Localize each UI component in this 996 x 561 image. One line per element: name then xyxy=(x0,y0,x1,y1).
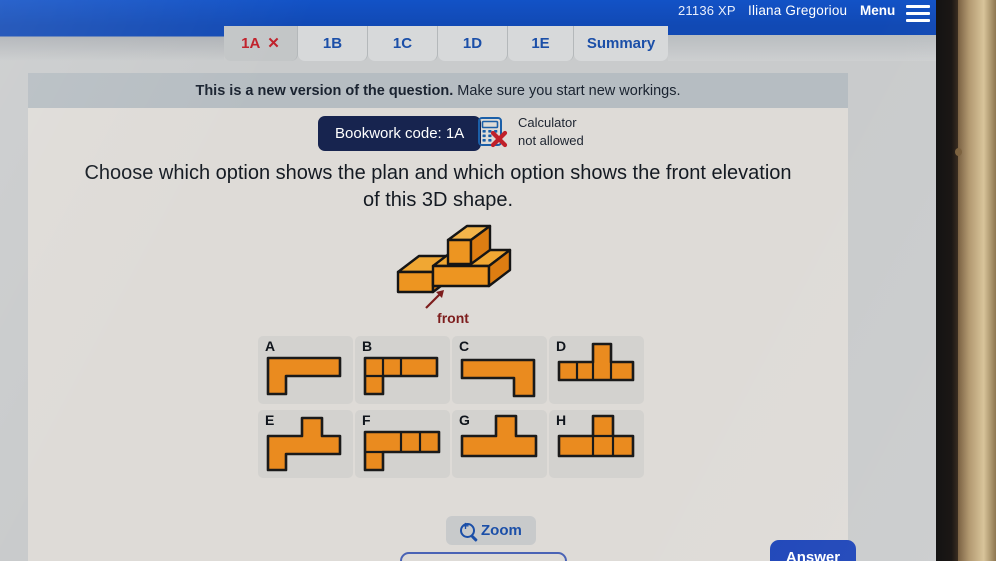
secondary-action-button[interactable] xyxy=(400,552,567,561)
tab-1c[interactable]: 1C xyxy=(368,26,438,61)
banner-bold-text: This is a new version of the question. xyxy=(195,82,454,99)
option-g[interactable]: G xyxy=(452,410,547,478)
option-c-letter: C xyxy=(459,338,470,354)
option-f[interactable]: F xyxy=(355,410,450,478)
option-a[interactable]: A xyxy=(258,336,353,404)
option-b-letter: B xyxy=(362,338,373,354)
banner-rest-text: Make sure you start new workings. xyxy=(457,82,681,99)
menu-button-label[interactable]: Menu xyxy=(860,3,895,18)
hamburger-icon[interactable] xyxy=(906,5,930,22)
question-card: Bookwork code: 1A Calculator not allowed… xyxy=(28,108,848,561)
calculator-notice: Calculator not allowed xyxy=(476,114,584,149)
option-h[interactable]: H xyxy=(549,410,644,478)
tab-1b-label: 1B xyxy=(322,35,343,52)
option-b[interactable]: B xyxy=(355,336,450,404)
background-wall xyxy=(955,0,996,561)
options-row-2: E F G H xyxy=(258,410,658,478)
tab-1a-label: 1A xyxy=(241,35,261,52)
answer-button-label: Answer xyxy=(785,548,841,561)
question-text: Choose which option shows the plan and w… xyxy=(38,160,838,214)
calculator-text: Calculator not allowed xyxy=(518,114,584,149)
options-grid: A B C D E F G H xyxy=(258,336,658,484)
xp-counter: 21136 XP xyxy=(678,3,736,18)
zoom-button-label: Zoom xyxy=(481,522,522,539)
option-d-letter: D xyxy=(556,338,567,354)
zoom-button[interactable]: Zoom xyxy=(446,516,536,545)
magnifier-plus-icon xyxy=(460,520,475,538)
photo-of-screen: 21136 XP Iliana Gregoriou Menu 1A ✕ 1B 1… xyxy=(0,0,996,561)
tab-1e-label: 1E xyxy=(531,35,550,52)
tab-strip: 1A ✕ 1B 1C 1D 1E Summary xyxy=(0,26,936,61)
tab-1e[interactable]: 1E xyxy=(508,26,574,61)
tab-1d[interactable]: 1D xyxy=(438,26,508,61)
question-line-2: of this 3D shape. xyxy=(362,189,514,211)
option-d[interactable]: D xyxy=(549,336,644,404)
tab-1c-label: 1C xyxy=(392,35,413,52)
background-speck xyxy=(955,148,962,156)
option-g-letter: G xyxy=(459,412,470,428)
bookwork-code-badge[interactable]: Bookwork code: 1A xyxy=(318,116,482,151)
screen-area: 21136 XP Iliana Gregoriou Menu 1A ✕ 1B 1… xyxy=(0,0,936,561)
top-app-bar: 21136 XP Iliana Gregoriou Menu xyxy=(0,0,936,26)
tab-1b[interactable]: 1B xyxy=(298,26,368,61)
option-h-letter: H xyxy=(556,412,567,428)
option-a-letter: A xyxy=(265,338,276,354)
tab-summary-label: Summary xyxy=(586,35,656,52)
answer-button[interactable]: Answer xyxy=(770,540,856,561)
3d-shape-diagram xyxy=(386,220,526,310)
option-f-letter: F xyxy=(362,412,371,428)
option-e-letter: E xyxy=(265,412,275,428)
calculator-line2: not allowed xyxy=(518,132,584,148)
tab-1a[interactable]: 1A ✕ xyxy=(224,26,298,61)
front-label: front xyxy=(437,310,469,326)
options-row-1: A B C D xyxy=(258,336,658,404)
calculator-not-allowed-icon xyxy=(476,115,510,149)
calculator-line1: Calculator xyxy=(518,115,577,130)
tab-summary[interactable]: Summary xyxy=(574,26,668,61)
user-name: Iliana Gregoriou xyxy=(748,3,848,18)
option-e[interactable]: E xyxy=(258,410,353,478)
question-line-1: Choose which option shows the plan and w… xyxy=(84,162,792,184)
close-icon[interactable]: ✕ xyxy=(267,36,280,51)
new-version-banner: This is a new version of the question. M… xyxy=(28,73,848,108)
tab-1d-label: 1D xyxy=(462,35,483,52)
option-c[interactable]: C xyxy=(452,336,547,404)
